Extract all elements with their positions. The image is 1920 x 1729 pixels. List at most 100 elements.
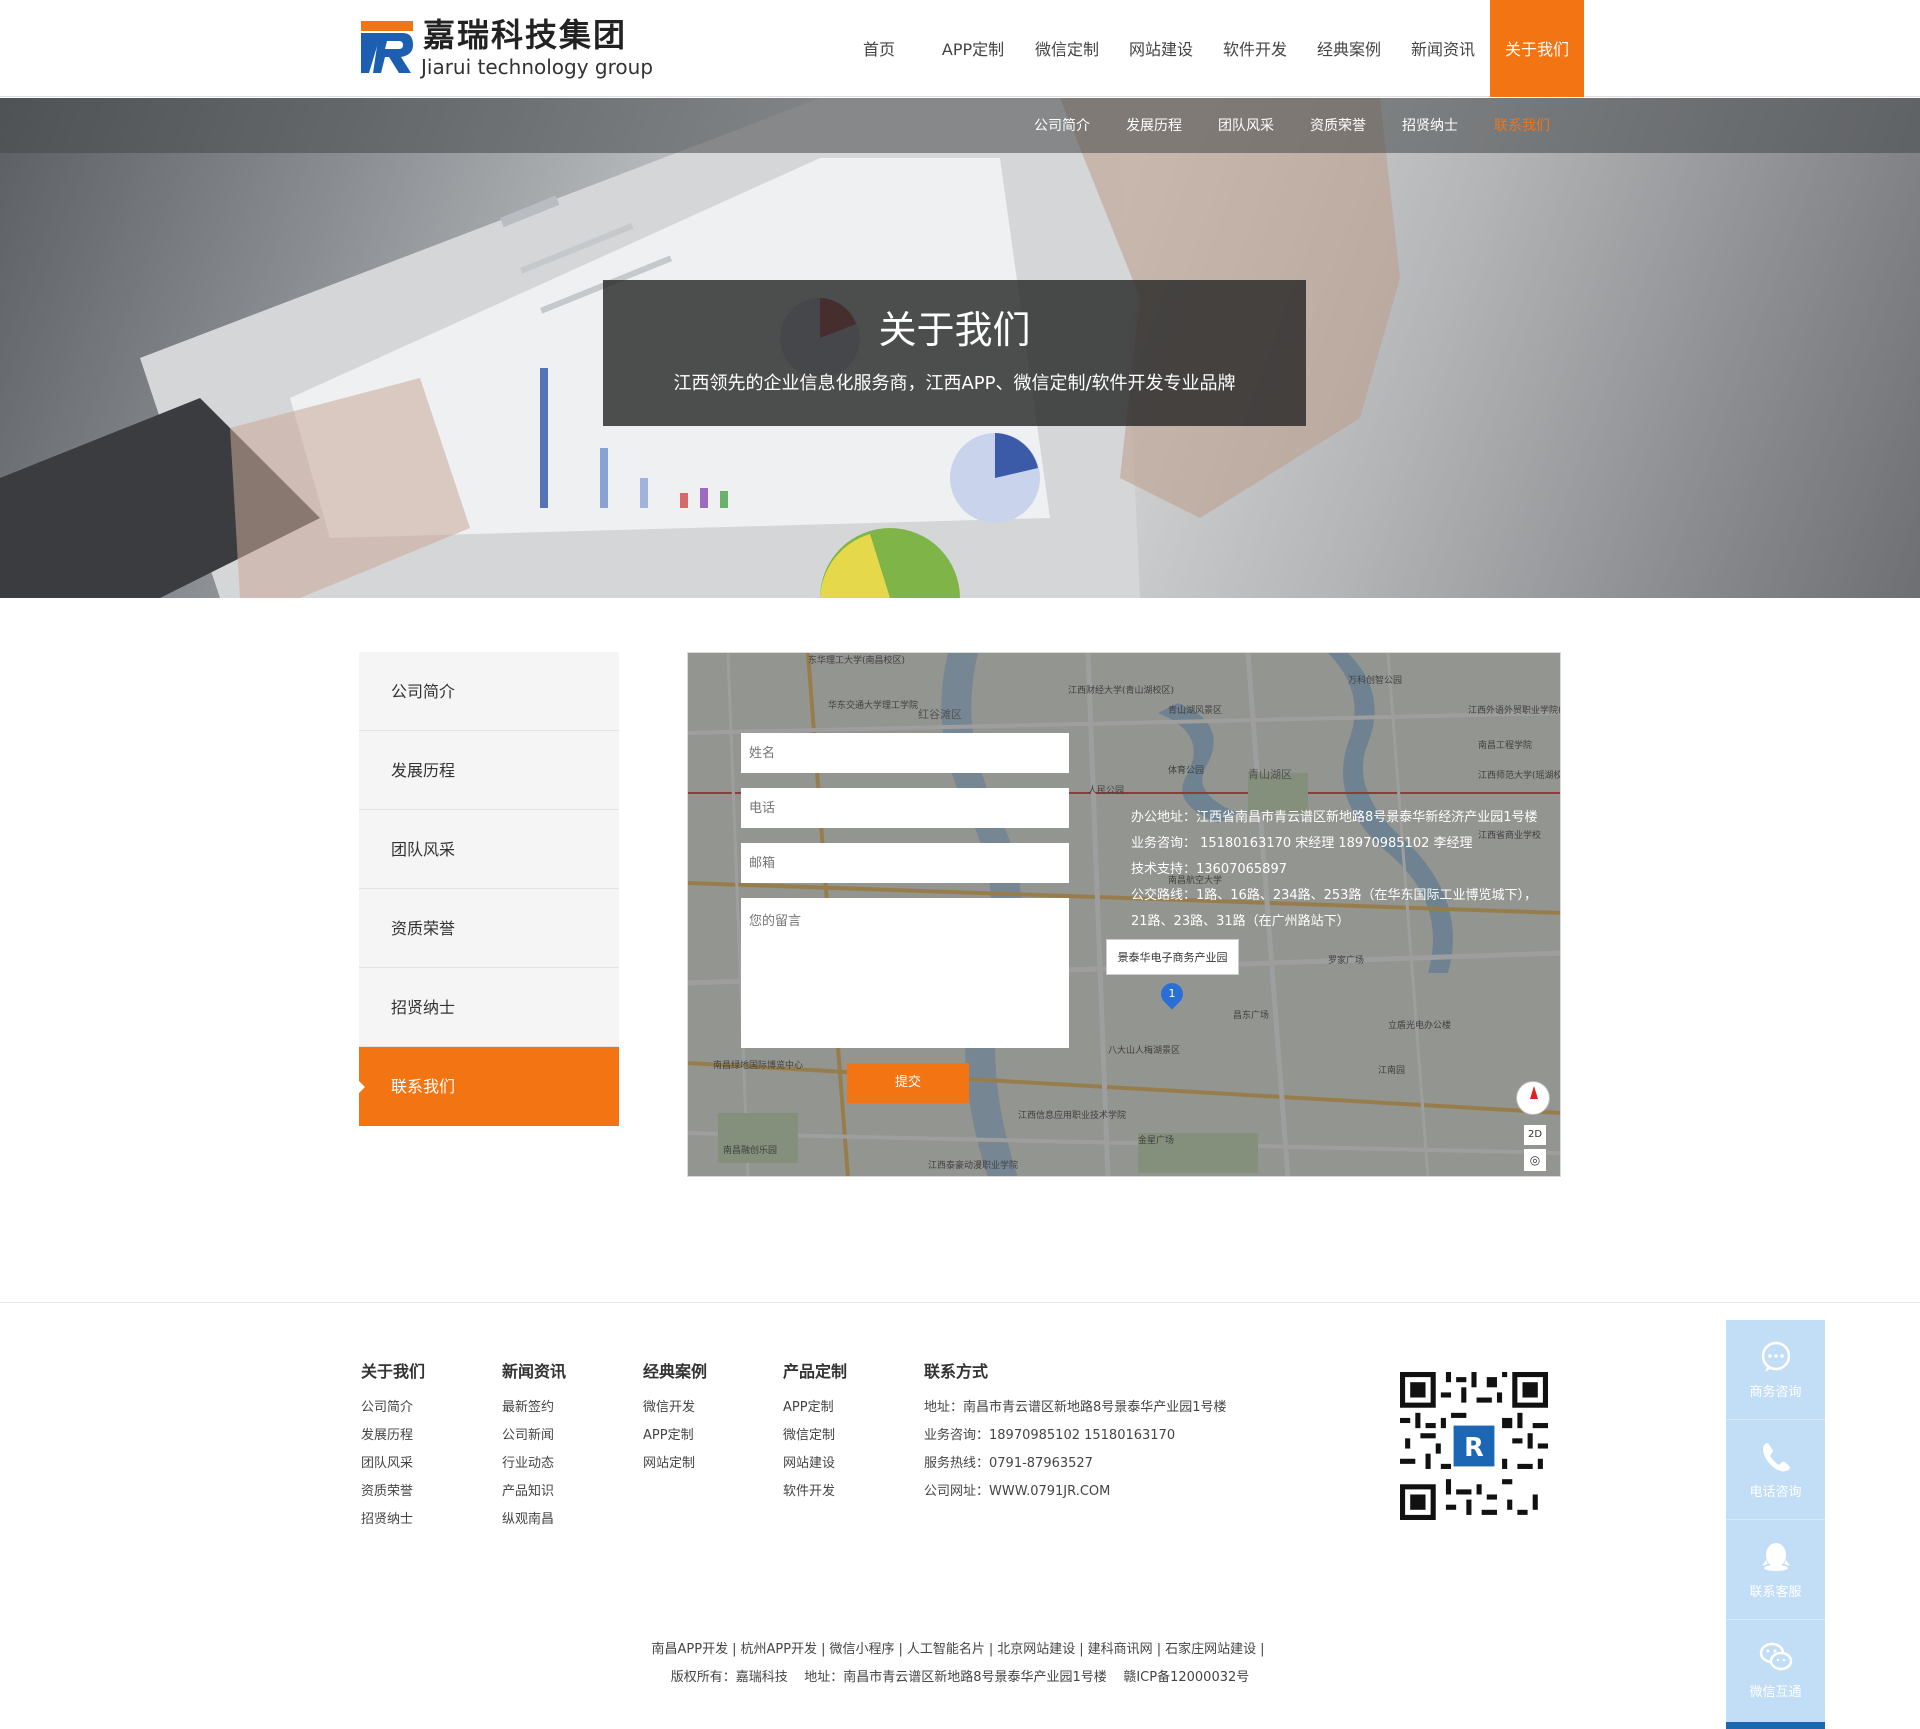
copyright-text: 版权所有：嘉瑞科技 地址：南昌市青云谱区新地路8号景泰华产业园1号楼 赣ICP备…	[670, 1670, 1250, 1685]
subnav-team[interactable]: 团队风采	[1200, 98, 1292, 153]
footer-link[interactable]: 网站定制	[643, 1450, 707, 1478]
float-customer-service[interactable]: 联系客服	[1726, 1520, 1825, 1620]
footer-contact-line: 公司网址：WWW.0791JR.COM	[924, 1484, 1111, 1499]
nav-news[interactable]: 新闻资讯	[1396, 0, 1490, 97]
sidebar-item-careers[interactable]: 招贤纳士	[359, 968, 619, 1047]
float-phone-consult[interactable]: 电话咨询	[1726, 1420, 1825, 1520]
nav-website[interactable]: 网站建设	[1114, 0, 1208, 97]
float-wechat[interactable]: 微信互通	[1726, 1620, 1825, 1720]
map-2d-toggle[interactable]: 2D	[1524, 1125, 1546, 1145]
footer-col-title: 经典案例	[643, 1362, 708, 1381]
footer-friend-links: 南昌APP开发 | 杭州APP开发 | 微信小程序 | 人工智能名片 | 北京网站建设 |…	[0, 1636, 1920, 1664]
qq-icon	[1762, 1543, 1790, 1571]
sidebar-item-company-intro[interactable]: 公司简介	[359, 652, 619, 731]
sidebar-item-honors[interactable]: 资质荣誉	[359, 889, 619, 968]
footer-link[interactable]: 资质荣誉	[361, 1478, 425, 1506]
footer-link[interactable]: 微信定制	[783, 1422, 847, 1450]
friend-link[interactable]: 石家庄网站建设	[1165, 1636, 1256, 1664]
logo-text-cn: 嘉瑞科技集团	[423, 16, 628, 54]
sub-nav: 公司简介 发展历程 团队风采 资质荣誉 招贤纳士 联系我们	[0, 98, 1920, 153]
float-label: 微信互通	[1749, 1685, 1802, 1700]
contact-map[interactable]: 东华理工大学(南昌校区) 华东交通大学理工学院 红谷滩区 江西财经大学(青山湖校…	[687, 652, 1561, 1177]
footer-link[interactable]: 团队风采	[361, 1450, 425, 1478]
about-sidebar: 公司简介 发展历程 团队风采 资质荣誉 招贤纳士 联系我们	[359, 652, 619, 1126]
footer-link[interactable]: 公司简介	[361, 1394, 425, 1422]
footer-link[interactable]: 微信开发	[643, 1394, 707, 1422]
email-input[interactable]	[741, 843, 1069, 883]
contact-info: 办公地址：江西省南昌市青云谱区新地路8号景泰华新经济产业园1号楼 业务咨询： 1…	[1131, 805, 1551, 935]
sidebar-item-contact[interactable]: 联系我们	[359, 1047, 619, 1126]
map-pin-number: 1	[1168, 987, 1176, 1000]
locate-icon[interactable]: ◎	[1524, 1149, 1546, 1171]
footer-col-about: 关于我们 公司简介 发展历程 团队风采 资质荣誉 招贤纳士	[361, 1360, 425, 1534]
footer-link[interactable]: APP定制	[783, 1394, 847, 1422]
sidebar-item-team[interactable]: 团队风采	[359, 810, 619, 889]
nav-wechat[interactable]: 微信定制	[1020, 0, 1114, 97]
nav-home[interactable]: 首页	[832, 0, 926, 97]
site-logo[interactable]: 嘉瑞科技集团 Jiarui technology group	[359, 16, 653, 79]
subnav-contact[interactable]: 联系我们	[1476, 98, 1568, 153]
float-panel-bottom-bar	[1726, 1722, 1825, 1729]
phone-input[interactable]	[741, 788, 1069, 828]
nav-cases[interactable]: 经典案例	[1302, 0, 1396, 97]
logo-text-en: Jiarui technology group	[421, 55, 654, 79]
friend-link[interactable]: 建科商讯网	[1088, 1636, 1153, 1664]
footer-link[interactable]: 最新签约	[502, 1394, 566, 1422]
map-pin-label: 景泰华电子商务产业园	[1106, 939, 1239, 975]
subnav-history[interactable]: 发展历程	[1108, 98, 1200, 153]
contact-address: 办公地址：江西省南昌市青云谱区新地路8号景泰华新经济产业园1号楼	[1131, 810, 1538, 825]
contact-business: 业务咨询： 15180163170 宋经理 18970985102 李经理	[1131, 836, 1473, 851]
subnav-honors[interactable]: 资质荣誉	[1292, 98, 1384, 153]
footer-col-title: 产品定制	[783, 1362, 848, 1381]
submit-button[interactable]: 提交	[847, 1063, 969, 1103]
footer-bottom: 南昌APP开发 | 杭州APP开发 | 微信小程序 | 人工智能名片 | 北京网站建设 |…	[0, 1636, 1920, 1692]
site-header: 嘉瑞科技集团 Jiarui technology group 首页 APP定制 …	[0, 0, 1920, 97]
friend-link[interactable]: 人工智能名片	[907, 1636, 985, 1664]
footer-link[interactable]: 纵观南昌	[502, 1506, 566, 1534]
friend-link[interactable]: 南昌APP开发	[652, 1636, 729, 1664]
float-label: 商务咨询	[1749, 1385, 1802, 1400]
footer-link[interactable]: APP定制	[643, 1422, 707, 1450]
chat-bubble-icon	[1761, 1341, 1791, 1372]
footer-col-title: 关于我们	[361, 1362, 426, 1381]
subnav-company-intro[interactable]: 公司简介	[1016, 98, 1108, 153]
friend-link[interactable]: 微信小程序	[829, 1636, 894, 1664]
footer-link[interactable]: 发展历程	[361, 1422, 425, 1450]
compass-icon[interactable]	[1516, 1081, 1550, 1115]
footer-col-title: 联系方式	[924, 1362, 989, 1381]
nav-about[interactable]: 关于我们	[1490, 0, 1584, 97]
banner-subtitle: 江西领先的企业信息化服务商，江西APP、微信定制/软件开发专业品牌	[673, 373, 1236, 394]
footer-divider	[0, 1302, 1920, 1303]
footer-contact-line: 服务热线：0791-87963527	[924, 1456, 1093, 1471]
float-business-consult[interactable]: 商务咨询	[1726, 1320, 1825, 1420]
svg-text:R: R	[1464, 1433, 1484, 1463]
banner-caption-box: 关于我们 江西领先的企业信息化服务商，江西APP、微信定制/软件开发专业品牌	[603, 280, 1306, 426]
nav-app[interactable]: APP定制	[926, 0, 1020, 97]
subnav-careers[interactable]: 招贤纳士	[1384, 98, 1476, 153]
footer-link[interactable]: 招贤纳士	[361, 1506, 425, 1534]
sidebar-item-history[interactable]: 发展历程	[359, 731, 619, 810]
footer-link[interactable]: 软件开发	[783, 1478, 847, 1506]
wechat-icon	[1759, 1642, 1793, 1671]
qr-code-image: R	[1400, 1372, 1548, 1520]
floating-contact-panel: 商务咨询 电话咨询 联系客服 微信互通	[1726, 1320, 1825, 1729]
hero-banner: 公司简介 发展历程 团队风采 资质荣誉 招贤纳士 联系我们 关于我们 江西领先的…	[0, 98, 1920, 598]
footer-col-contact: 联系方式 地址：南昌市青云谱区新地路8号景泰华产业园1号楼 业务咨询：18970…	[924, 1360, 1227, 1506]
phone-icon	[1763, 1443, 1790, 1472]
banner-title: 关于我们	[878, 308, 1031, 352]
name-input[interactable]	[741, 733, 1069, 773]
footer-contact-line: 地址：南昌市青云谱区新地路8号景泰华产业园1号楼	[924, 1400, 1227, 1415]
float-label: 电话咨询	[1749, 1485, 1802, 1500]
main-nav: 首页 APP定制 微信定制 网站建设 软件开发 经典案例 新闻资讯 关于我们	[832, 0, 1584, 97]
footer-link[interactable]: 网站建设	[783, 1450, 847, 1478]
footer-col-cases: 经典案例 微信开发 APP定制 网站定制	[643, 1360, 707, 1478]
footer-link[interactable]: 行业动态	[502, 1450, 566, 1478]
nav-software[interactable]: 软件开发	[1208, 0, 1302, 97]
footer-link[interactable]: 公司新闻	[502, 1422, 566, 1450]
footer-link[interactable]: 产品知识	[502, 1478, 566, 1506]
logo-mark-icon	[359, 17, 415, 75]
friend-link[interactable]: 北京网站建设	[997, 1636, 1075, 1664]
message-textarea[interactable]	[741, 898, 1069, 1048]
contact-bus: 公交路线：1路、16路、234路、253路（在华东国际工业博览城下），21路、2…	[1131, 888, 1537, 929]
friend-link[interactable]: 杭州APP开发	[740, 1636, 817, 1664]
